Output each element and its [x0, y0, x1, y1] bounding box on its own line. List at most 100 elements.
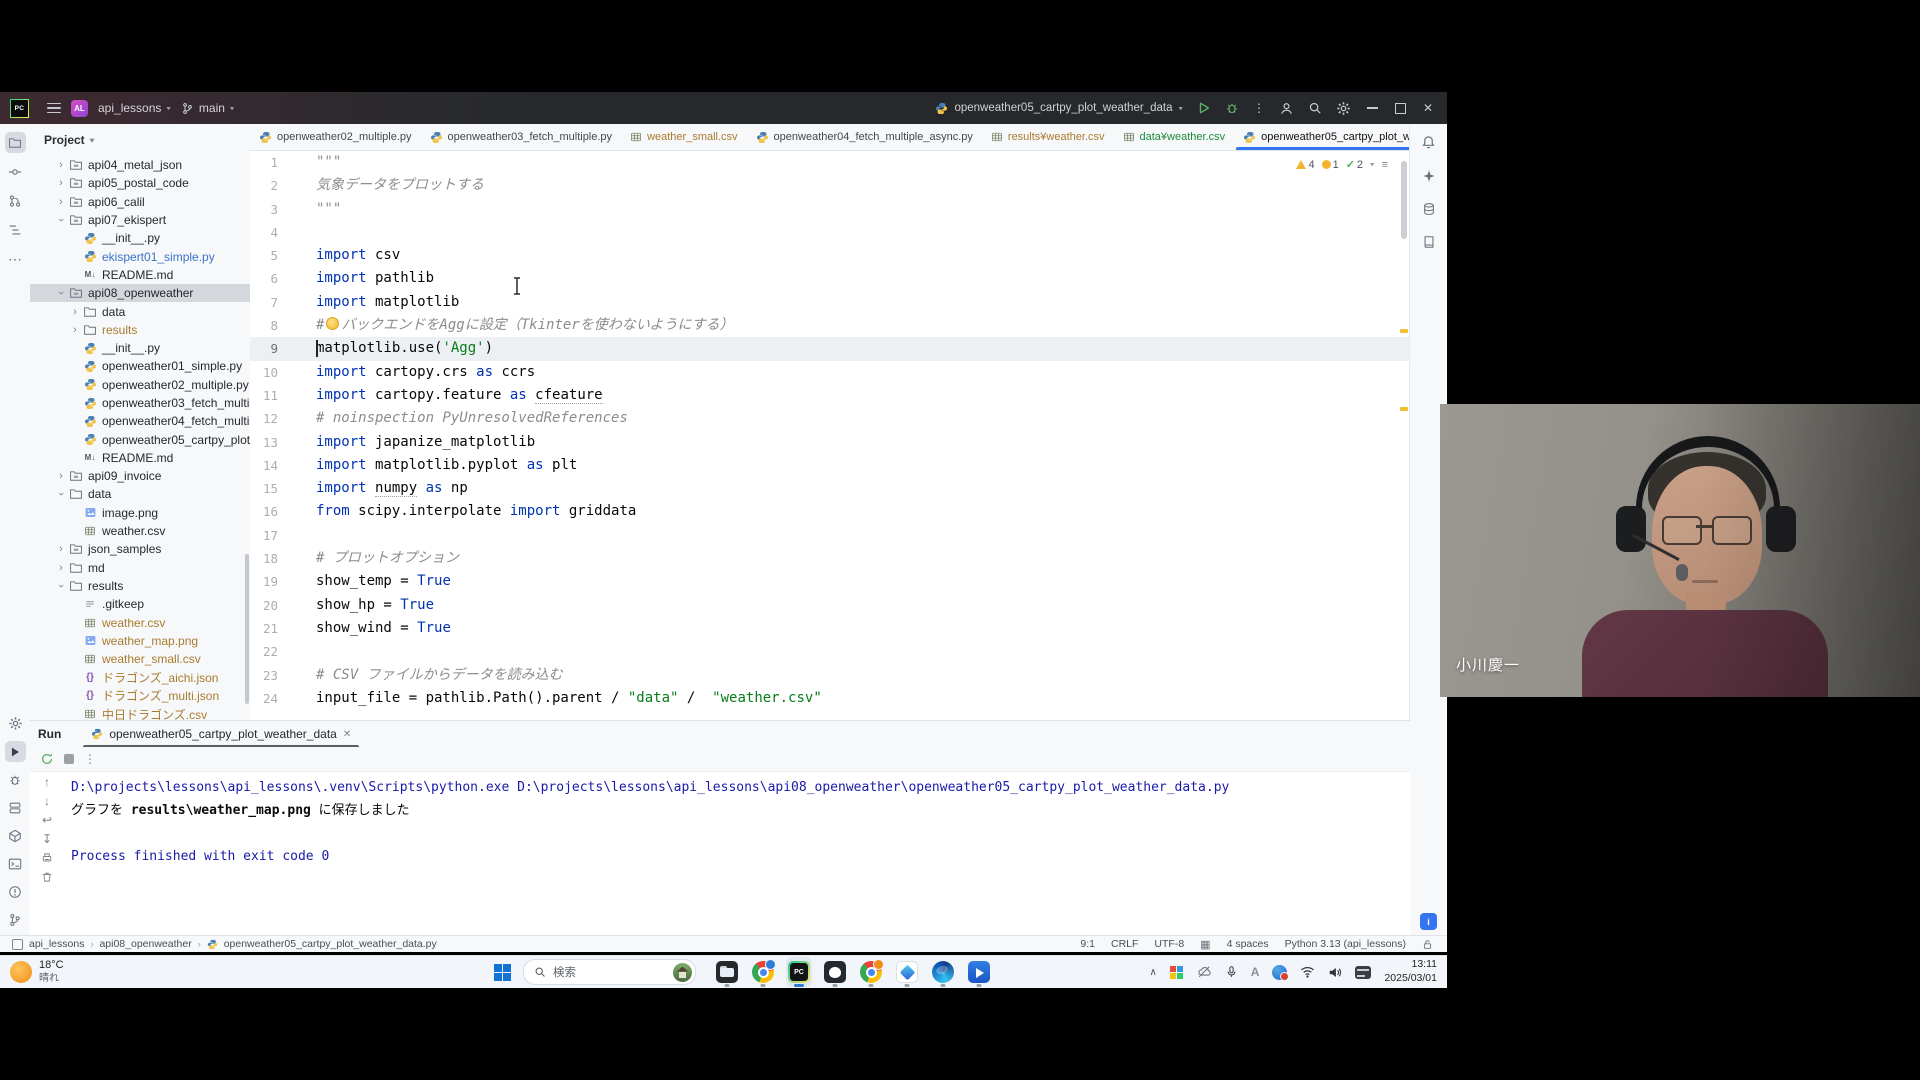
chevron-expanded-icon[interactable]: › — [55, 213, 67, 227]
version-control-icon[interactable] — [5, 909, 26, 930]
project-icon[interactable]: AL — [71, 100, 88, 117]
inspection-menu-icon[interactable]: ≡ — [1382, 159, 1388, 171]
code-line-1[interactable]: 1""" — [250, 151, 1410, 174]
code-line-2[interactable]: 2気象データをプロットする — [250, 174, 1410, 197]
tab-openweather03-fetch-multiple-py[interactable]: openweather03_fetch_multiple.py — [421, 124, 622, 150]
tree-item-readme-md[interactable]: M↓README.md — [30, 449, 250, 467]
hidden-icons-chevron[interactable]: ∧ — [1149, 967, 1156, 978]
tree-item--gitkeep[interactable]: .gitkeep — [30, 595, 250, 613]
rerun-button[interactable] — [40, 752, 54, 766]
chevron-expanded-icon[interactable]: › — [55, 487, 67, 501]
tree-item-data[interactable]: ›data — [30, 485, 250, 503]
code-line-24[interactable]: 24input_file = pathlib.Path().parent / "… — [250, 687, 1410, 710]
project-panel-header[interactable]: Project ▾ — [30, 124, 250, 147]
code-line-3[interactable]: 3""" — [250, 198, 1410, 221]
chrome-icon[interactable] — [750, 957, 776, 987]
code-line-16[interactable]: 16from scipy.interpolate import griddata — [250, 500, 1410, 523]
volume-icon[interactable] — [1328, 966, 1342, 979]
code-line-14[interactable]: 14import matplotlib.pyplot as plt — [250, 454, 1410, 477]
weather-widget[interactable]: 18°C 晴れ — [10, 959, 64, 985]
intention-bulb-icon[interactable] — [326, 317, 339, 330]
code-line-23[interactable]: 23# CSV ファイルからデータを読み込む — [250, 664, 1410, 687]
python-interpreter[interactable]: Python 3.13 (api_lessons) — [1285, 938, 1406, 950]
chevron-collapsed-icon[interactable]: › — [68, 324, 82, 336]
code-line-13[interactable]: 13import japanize_matplotlib — [250, 431, 1410, 454]
films-tv-icon[interactable] — [966, 957, 992, 987]
tab-openweather02-multiple-py[interactable]: openweather02_multiple.py — [250, 124, 421, 150]
tree-item--aichi-json[interactable]: {}ドラゴンズ_aichi.json — [30, 668, 250, 686]
inspections-widget[interactable]: 4 1 ✓ 2 ▾ ≡ — [1292, 156, 1392, 173]
run-button[interactable] — [1197, 101, 1211, 115]
account-icon[interactable] — [1279, 101, 1294, 116]
breadcrumb-project[interactable]: api_lessons — [29, 938, 84, 950]
code-area[interactable]: 1"""2気象データをプロットする3"""45import csv6import… — [250, 151, 1410, 720]
chevron-collapsed-icon[interactable]: › — [54, 196, 68, 208]
tree-item-openweather02-multiple-py[interactable]: openweather02_multiple.py — [30, 376, 250, 394]
tree-item-openweather04-fetch-multiple-async-py[interactable]: openweather04_fetch_multiple_async.py — [30, 412, 250, 430]
line-separator[interactable]: CRLF — [1111, 938, 1138, 950]
chrome-profile2-icon[interactable] — [858, 957, 884, 987]
tab-openweather04-fetch-multiple-async-py[interactable]: openweather04_fetch_multiple_async.py — [747, 124, 982, 150]
code-line-9[interactable]: 9matplotlib.use('Agg') — [250, 337, 1410, 360]
lock-icon[interactable] — [1422, 939, 1433, 950]
code-line-4[interactable]: 4 — [250, 221, 1410, 244]
code-line-11[interactable]: 11import cartopy.feature as cfeature — [250, 384, 1410, 407]
tab-weather-small-csv[interactable]: weather_small.csv — [621, 124, 746, 150]
code-line-10[interactable]: 10import cartopy.crs as ccrs — [250, 361, 1410, 384]
minimize-button[interactable] — [1365, 101, 1379, 115]
tree-item-openweather03-fetch-multiple-py[interactable]: openweather03_fetch_multiple.py — [30, 394, 250, 412]
tree-item--csv[interactable]: 中日ドラゴンズ.csv — [30, 705, 250, 720]
run-tab[interactable]: openweather05_cartpy_plot_weather_data ✕ — [83, 721, 359, 747]
clock-widget[interactable]: 13:11 2025/03/01 — [1384, 958, 1437, 985]
notifications-icon[interactable] — [1418, 132, 1439, 153]
run-configuration-selector[interactable]: openweather05_cartpy_plot_weather_data ▾ — [935, 102, 1183, 115]
scroll-up-icon[interactable]: ↑ — [44, 776, 50, 788]
tray-grid-icon[interactable] — [1170, 966, 1183, 979]
python-packages-icon[interactable] — [5, 825, 26, 846]
pull-requests-icon[interactable] — [5, 190, 26, 211]
tree-item-md[interactable]: ›md — [30, 559, 250, 577]
breadcrumb-package[interactable]: api08_openweather — [99, 938, 191, 950]
tree-item-weather-small-csv[interactable]: weather_small.csv — [30, 650, 250, 668]
stop-button[interactable] — [64, 754, 74, 764]
tree-item-results[interactable]: ›results — [30, 577, 250, 595]
more-options-icon[interactable]: ⋮ — [84, 752, 96, 766]
chevron-collapsed-icon[interactable]: › — [54, 562, 68, 574]
code-line-21[interactable]: 21show_wind = True — [250, 617, 1410, 640]
column-mode-icon[interactable]: ▦ — [1200, 938, 1210, 951]
tab-data-weather-csv[interactable]: data¥weather.csv — [1114, 124, 1235, 150]
settings-gear-icon[interactable] — [1336, 101, 1351, 116]
structure-tool-icon[interactable] — [5, 219, 26, 240]
main-menu-icon[interactable] — [47, 103, 61, 114]
tree-item-weather-csv[interactable]: weather.csv — [30, 522, 250, 540]
project-scrollbar[interactable] — [245, 554, 249, 704]
chevron-collapsed-icon[interactable]: › — [68, 306, 82, 318]
indent-setting[interactable]: 4 spaces — [1227, 938, 1269, 950]
start-button[interactable] — [494, 964, 511, 981]
search-everywhere-icon[interactable] — [1308, 101, 1322, 115]
code-line-22[interactable]: 22 — [250, 640, 1410, 663]
github-desktop-icon[interactable] — [822, 957, 848, 987]
close-icon[interactable]: ✕ — [343, 729, 351, 740]
search-box[interactable]: 検索 — [523, 959, 696, 985]
scroll-to-end-icon[interactable]: ↧ — [42, 833, 52, 845]
search-highlight-thumbnail[interactable] — [673, 963, 692, 982]
tray-notification-icon[interactable] — [1272, 965, 1287, 980]
code-line-17[interactable]: 17 — [250, 524, 1410, 547]
documentation-icon[interactable] — [1418, 231, 1439, 252]
tree-item--init-py[interactable]: __init__.py — [30, 229, 250, 247]
breadcrumb-file[interactable]: openweather05_cartpy_plot_weather_data.p… — [224, 938, 437, 950]
photos-icon[interactable] — [894, 957, 920, 987]
tree-item-api08-openweather[interactable]: ›api08_openweather — [30, 284, 250, 302]
clear-console-icon[interactable] — [41, 871, 53, 883]
file-encoding[interactable]: UTF-8 — [1154, 938, 1184, 950]
code-line-6[interactable]: 6import pathlib — [250, 267, 1410, 290]
pycharm-icon[interactable] — [786, 957, 812, 987]
branch-selector[interactable]: main ▾ — [181, 101, 235, 115]
tree-item-image-png[interactable]: image.png — [30, 504, 250, 522]
breadcrumb[interactable]: api_lessons › api08_openweather › openwe… — [0, 938, 437, 950]
chevron-expanded-icon[interactable]: › — [55, 579, 67, 593]
maximize-button[interactable] — [1393, 101, 1407, 115]
edge-icon[interactable] — [930, 957, 956, 987]
chevron-collapsed-icon[interactable]: › — [54, 177, 68, 189]
